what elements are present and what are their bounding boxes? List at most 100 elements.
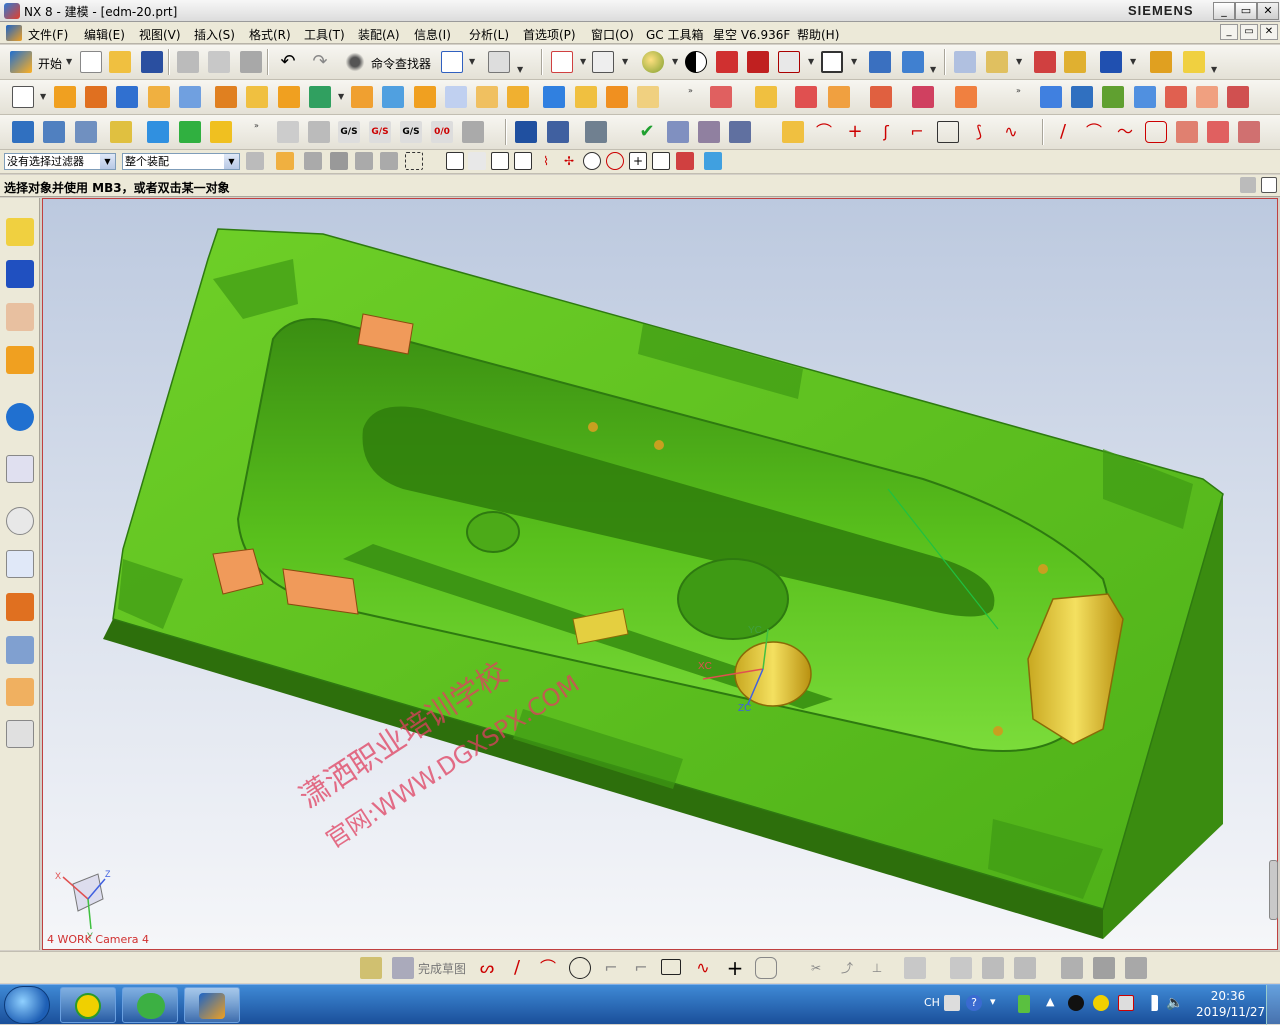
bridge-curve-icon[interactable]: ∿ <box>1000 121 1022 143</box>
toolbar2-more-icon[interactable]: » <box>688 86 693 95</box>
analysis-icon[interactable] <box>1064 51 1086 73</box>
layers-icon[interactable] <box>43 121 65 143</box>
part-navigator-tab-icon[interactable] <box>6 303 34 331</box>
start-icon[interactable] <box>10 51 32 73</box>
edge-blend-icon[interactable] <box>575 86 597 108</box>
fit-dropdown-icon[interactable]: ▼ <box>580 57 586 66</box>
network-error-icon[interactable] <box>1118 995 1134 1011</box>
snap-point-icon[interactable] <box>446 152 464 170</box>
viewport-scrollbar[interactable] <box>1269 860 1278 920</box>
reattach-icon[interactable] <box>1093 957 1115 979</box>
sync-move-face-icon[interactable] <box>710 86 732 108</box>
save-icon[interactable] <box>141 51 163 73</box>
ruled-icon[interactable] <box>1102 86 1124 108</box>
trim-sheet-icon[interactable] <box>1196 86 1218 108</box>
web-browser-tab-icon[interactable] <box>6 455 34 483</box>
menu-file[interactable]: 文件(F) <box>28 26 68 43</box>
snap-dropdown-icon[interactable]: ▼ <box>1130 57 1136 66</box>
paste-icon[interactable] <box>240 51 262 73</box>
wcs-orient-icon[interactable] <box>902 51 924 73</box>
start-orb-icon[interactable] <box>4 986 50 1024</box>
battery-icon[interactable] <box>1018 995 1030 1013</box>
quadrant-icon[interactable] <box>606 152 624 170</box>
body-select-icon[interactable] <box>355 152 373 170</box>
copy-icon[interactable] <box>208 51 230 73</box>
binoculars-icon[interactable] <box>344 51 366 73</box>
menu-information[interactable]: 信息(I) <box>414 26 451 43</box>
line-icon[interactable] <box>782 121 804 143</box>
midpoint-icon[interactable] <box>514 152 532 170</box>
hole-icon[interactable] <box>148 86 170 108</box>
helix-icon[interactable] <box>1207 121 1229 143</box>
thicken-icon[interactable] <box>637 86 659 108</box>
make-corner-icon[interactable]: ⊥ <box>866 957 888 979</box>
arc-center-icon[interactable] <box>583 152 601 170</box>
line-draw-icon[interactable]: / <box>1052 121 1074 143</box>
hidden-edges-icon[interactable] <box>778 51 800 73</box>
fit-icon[interactable] <box>551 51 573 73</box>
drafting-icon[interactable] <box>1183 51 1205 73</box>
sync-offset-icon[interactable] <box>795 86 817 108</box>
hd3d-tools-tab-icon[interactable] <box>6 403 34 431</box>
dimension-icon[interactable] <box>904 957 926 979</box>
undo-icon[interactable]: ↶ <box>277 51 299 73</box>
new-file-icon[interactable] <box>80 51 102 73</box>
measure-distance-icon[interactable] <box>1034 51 1056 73</box>
sketch-spline-icon[interactable]: ∿ <box>692 957 714 979</box>
rectangle-curve-icon[interactable] <box>937 121 959 143</box>
constraint-navigator-tab-icon[interactable] <box>6 260 34 288</box>
sketch-rectangle-icon[interactable] <box>661 959 681 975</box>
extrude-icon[interactable] <box>54 86 76 108</box>
reuse-library-tab-icon[interactable] <box>6 346 34 374</box>
quick-extend-icon[interactable]: ⤴ <box>836 957 858 979</box>
select-dropdown-icon[interactable]: ▼ <box>517 65 523 74</box>
arc-draw-icon[interactable]: ⌒ <box>1083 121 1105 143</box>
chevron-down-icon[interactable]: ▼ <box>224 154 239 169</box>
check-icon[interactable]: ✔ <box>636 121 658 143</box>
open-folder-icon[interactable] <box>109 51 131 73</box>
fillet-curve-icon[interactable]: ⌐ <box>906 121 928 143</box>
draft-icon[interactable] <box>507 86 529 108</box>
drafting-dropdown-icon[interactable]: ▼ <box>1211 65 1217 74</box>
project-curve-icon[interactable] <box>277 121 299 143</box>
move-object-icon[interactable] <box>986 51 1008 73</box>
start-dropdown-icon[interactable]: ▼ <box>66 57 72 66</box>
finish-sketch-label[interactable]: 完成草图 <box>418 960 466 977</box>
fit-view-icon[interactable] <box>441 51 463 73</box>
assembly-navigator-tab-icon[interactable] <box>6 218 34 246</box>
sketch-point-icon[interactable]: + <box>724 957 746 979</box>
status-restore-icon[interactable] <box>1240 177 1256 193</box>
system-materials-tab-icon[interactable] <box>6 550 34 578</box>
type-filter-select[interactable]: 没有选择过滤器 ▼ <box>4 153 116 170</box>
view-dropdown-icon[interactable]: ▼ <box>469 57 475 66</box>
render-style-icon[interactable] <box>642 51 664 73</box>
csys-icon[interactable] <box>729 121 751 143</box>
view-orient-icon[interactable] <box>592 51 614 73</box>
wcs-dropdown-icon[interactable]: ▼ <box>930 65 936 74</box>
sync-replace-icon[interactable] <box>828 86 850 108</box>
boss-icon[interactable] <box>179 86 201 108</box>
offset-face-icon[interactable] <box>543 86 565 108</box>
wireframe-icon[interactable] <box>716 51 738 73</box>
chevron-down-icon[interactable]: ▼ <box>100 154 115 169</box>
sketch-chamfer-icon[interactable]: ⌐ <box>630 957 652 979</box>
menu-assembly[interactable]: 装配(A) <box>358 26 400 43</box>
redo-icon[interactable]: ↷ <box>309 51 331 73</box>
status-window-icon[interactable] <box>1261 177 1277 193</box>
edges-icon[interactable] <box>747 51 769 73</box>
doc-close-button[interactable]: ✕ <box>1260 24 1278 40</box>
face-select-icon[interactable] <box>380 152 398 170</box>
sew-icon[interactable] <box>1227 86 1249 108</box>
trim-body-icon[interactable] <box>382 86 404 108</box>
background-icon[interactable] <box>821 51 843 73</box>
menu-view[interactable]: 视图(V) <box>139 26 181 43</box>
help-icon[interactable]: ? <box>966 995 982 1011</box>
selection-scope-select[interactable]: 整个装配 ▼ <box>122 153 240 170</box>
close-button[interactable]: ✕ <box>1257 2 1279 20</box>
sketch-circle-icon[interactable] <box>569 957 591 979</box>
qq-icon[interactable] <box>1068 995 1084 1011</box>
intersection-point-icon[interactable]: ✢ <box>560 152 578 170</box>
taskbar-app-360[interactable] <box>60 987 116 1023</box>
gs-alt-icon[interactable]: G/S <box>400 121 422 143</box>
menu-insert[interactable]: 插入(S) <box>194 26 235 43</box>
